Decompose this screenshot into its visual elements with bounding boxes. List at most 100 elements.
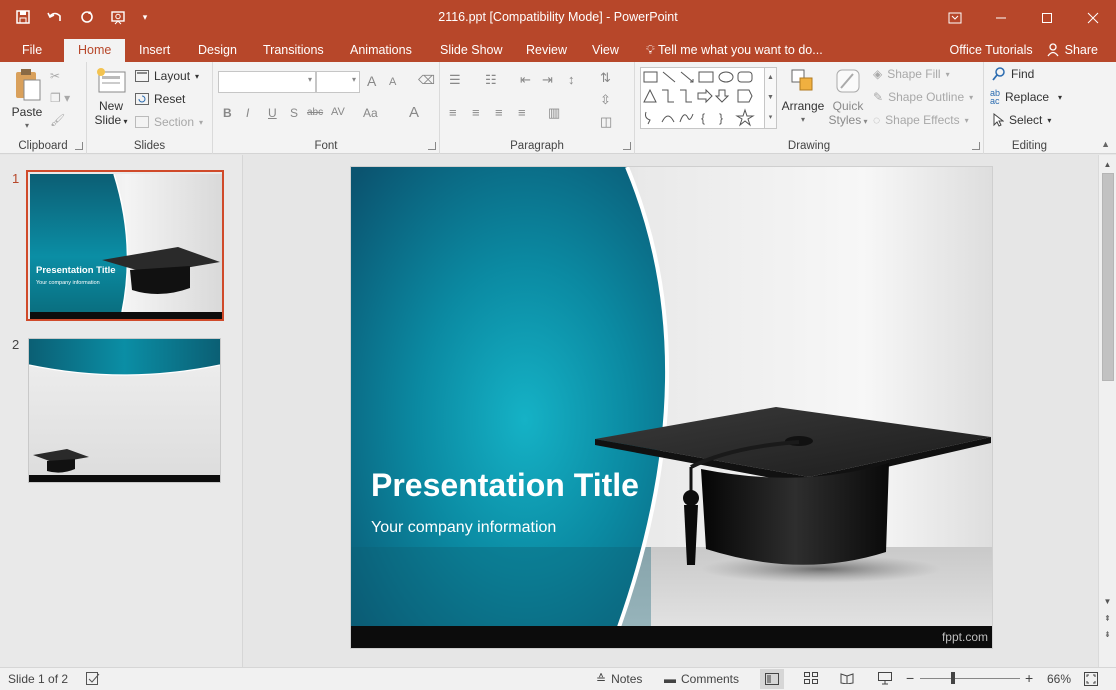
tab-design[interactable]: Design [196,39,239,62]
scroll-down-icon[interactable]: ▼ [1099,593,1116,609]
align-right-icon[interactable]: ≡ [495,105,503,120]
tab-slideshow[interactable]: Slide Show [438,39,505,62]
ribbon-display-options-icon[interactable] [932,0,978,36]
tab-file[interactable]: File [20,39,44,62]
tab-review[interactable]: Review [524,39,569,62]
line-spacing-icon[interactable]: ↕ [568,72,575,87]
zoom-in-icon[interactable]: + [1025,670,1033,686]
notes-button[interactable]: ≙ Notes [596,672,642,686]
zoom-slider[interactable] [920,672,1020,684]
clear-formatting-icon[interactable]: ⌫ [418,73,435,87]
shape-outline-button[interactable]: ✎ Shape Outline ▾ [873,87,973,107]
normal-view-icon[interactable] [760,669,784,689]
font-size-combo[interactable]: ▾ [316,71,360,93]
strikethrough-icon[interactable]: abc [307,107,323,118]
underline-icon[interactable]: U [268,106,277,120]
smartart-icon[interactable]: ◫ [600,114,612,130]
slideshow-view-icon[interactable] [878,672,892,685]
shapes-gallery-scroll[interactable]: ▲ ▼ ▾ [764,68,776,128]
bold-icon[interactable]: B [223,106,232,120]
new-slide-dropdown-icon[interactable]: ▾ [121,117,127,126]
layout-button[interactable]: Layout ▾ [135,66,199,86]
previous-slide-icon[interactable]: ⇞ [1099,610,1116,626]
text-direction-icon[interactable]: ⇅ [600,70,611,86]
clipboard-launcher-icon[interactable] [75,142,83,150]
next-slide-icon[interactable]: ⇟ [1099,626,1116,642]
shapes-gallery[interactable]: { } ▲ ▼ ▾ [640,67,777,129]
align-center-icon[interactable]: ≡ [472,105,480,120]
tab-transitions[interactable]: Transitions [261,39,326,62]
quick-styles-button[interactable]: Quick Styles ▾ [826,66,870,129]
comment-icon: ▬ [664,672,676,686]
font-color-icon[interactable]: A [409,104,419,121]
collapse-ribbon-icon[interactable]: ▲ [1101,139,1110,149]
font-name-combo[interactable]: ▾ [218,71,316,93]
maximize-icon[interactable] [1024,0,1070,36]
paste-dropdown-icon[interactable]: ▾ [8,119,46,133]
close-icon[interactable] [1070,0,1116,36]
columns-icon[interactable]: ▥ [548,105,560,121]
shrink-font-icon[interactable]: A [389,76,396,88]
increase-indent-icon[interactable]: ⇥ [542,72,553,88]
tell-me-box[interactable]: 💡︎ Tell me what you want to do... [646,39,823,61]
vertical-scrollbar[interactable]: ▲ ▼ ⇞ ⇟ [1098,155,1116,667]
office-tutorials-link[interactable]: Office Tutorials [950,39,1033,61]
arrange-button[interactable]: Arrange ▾ [781,66,825,127]
numbering-icon[interactable]: ☷ [485,72,497,88]
reading-view-icon[interactable] [840,672,854,684]
select-button[interactable]: Select ▾ [992,110,1051,130]
zoom-out-icon[interactable]: − [906,670,914,686]
tab-view[interactable]: View [590,39,621,62]
share-button[interactable]: Share [1047,39,1098,61]
tab-home[interactable]: Home [64,39,126,62]
scroll-up-icon[interactable]: ▲ [1099,156,1116,172]
zoom-level[interactable]: 66% [1047,672,1071,686]
minimize-icon[interactable] [978,0,1024,36]
shape-effects-button[interactable]: ◌ Shape Effects ▾ [873,110,969,130]
new-slide-button[interactable]: New Slide ▾ [93,66,129,129]
tab-animations[interactable]: Animations [348,39,414,62]
italic-icon[interactable]: I [246,106,249,120]
align-text-icon[interactable]: ⇳ [600,92,611,108]
grow-font-icon[interactable]: A [367,73,376,89]
copy-icon[interactable]: ❐ ▾ [50,88,70,108]
bullets-icon[interactable]: ☰ [449,72,461,88]
reset-button[interactable]: Reset [135,89,185,109]
shape-fill-button[interactable]: ◈ Shape Fill ▾ [873,64,950,84]
slide-subtitle[interactable]: Your company information [371,519,556,537]
zoom-slider-handle[interactable] [951,672,955,684]
tell-me-text: Tell me what you want to do... [658,43,823,57]
ribbon: Paste ▾ ✂ ❐ ▾ 🖌︎ Clipboard New Slide ▾ L… [0,62,1116,154]
comments-label: Comments [681,672,740,686]
font-size-dropdown-icon[interactable]: ▾ [352,75,356,84]
slide-thumbnail-2-image [28,339,221,482]
slide-thumbnail-2[interactable] [28,338,221,483]
drawing-launcher-icon[interactable] [972,142,980,150]
font-launcher-icon[interactable] [428,142,436,150]
slide-counter[interactable]: Slide 1 of 2 [8,672,68,686]
cut-icon[interactable]: ✂ [50,66,60,86]
find-button[interactable]: Find [992,64,1034,84]
format-painter-icon[interactable]: 🖌︎ [50,110,65,130]
paste-button[interactable]: Paste ▾ [8,66,46,133]
main-slide-canvas[interactable]: Presentation Title Your company informat… [351,167,992,648]
font-name-dropdown-icon[interactable]: ▾ [308,75,312,84]
fit-to-window-icon[interactable] [1084,672,1098,686]
align-left-icon[interactable]: ≡ [449,105,457,120]
change-case-icon[interactable]: Aa [363,106,378,120]
slide-title[interactable]: Presentation Title [371,467,639,504]
justify-icon[interactable]: ≡ [518,105,526,120]
tab-insert[interactable]: Insert [137,39,172,62]
shadow-icon[interactable]: S [290,106,298,120]
spell-check-icon[interactable] [86,672,100,685]
section-button[interactable]: Section ▾ [135,112,203,132]
scrollbar-thumb[interactable] [1102,173,1114,381]
replace-button[interactable]: ab ac Replace ▾ [990,87,1062,107]
character-spacing-icon[interactable]: AV [331,106,345,118]
tabs-right: Office Tutorials Share [950,39,1099,61]
paragraph-launcher-icon[interactable] [623,142,631,150]
slide-sorter-icon[interactable] [804,672,818,684]
decrease-indent-icon[interactable]: ⇤ [520,72,531,88]
comments-button[interactable]: ▬ Comments [664,672,739,686]
slide-thumbnail-1[interactable]: Presentation Title Your company informat… [26,170,224,321]
